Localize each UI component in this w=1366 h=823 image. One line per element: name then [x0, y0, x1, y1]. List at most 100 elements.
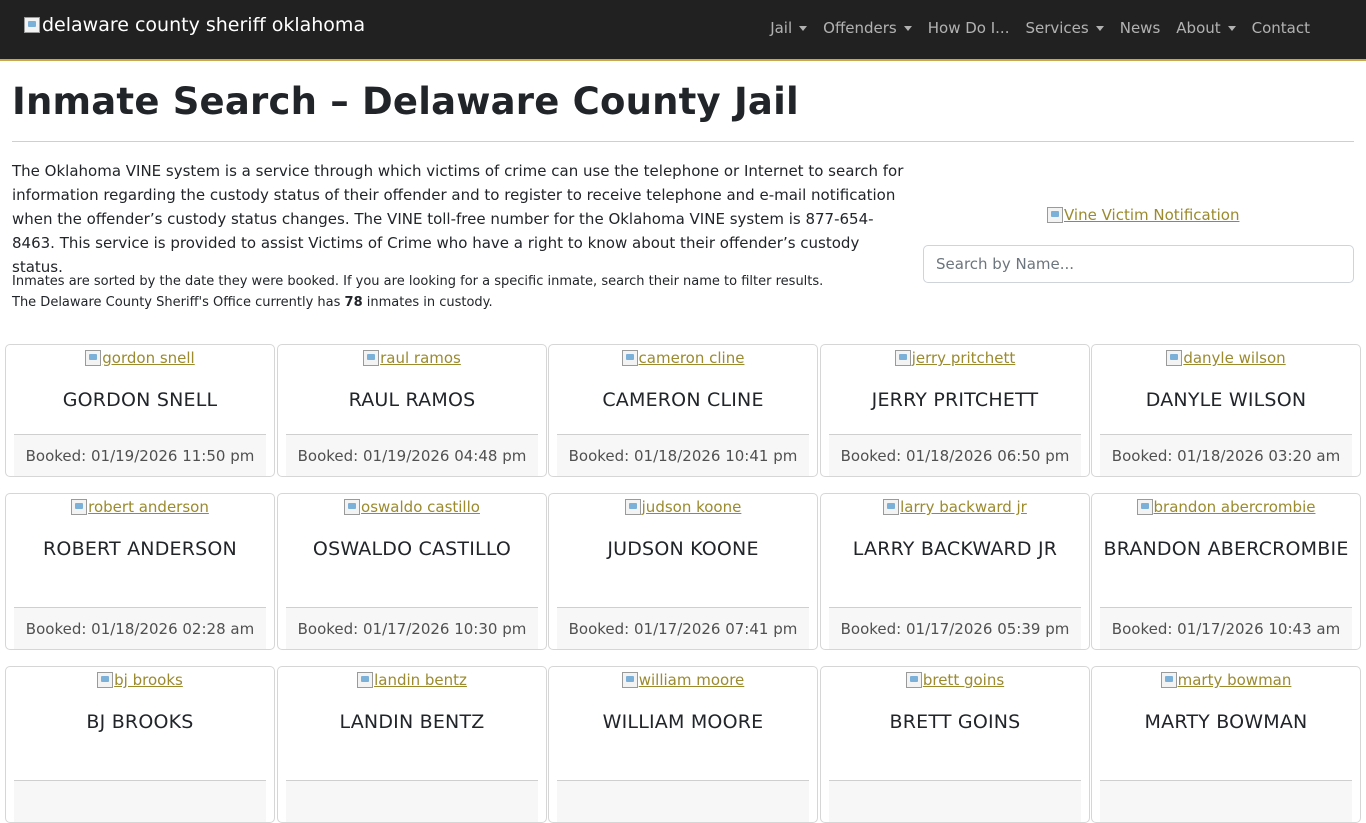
inmate-card[interactable]: brandon abercrombie BRANDON ABERCROMBIE Bo…	[1091, 493, 1361, 650]
nav-item-news[interactable]: News	[1112, 19, 1169, 37]
inmate-photo-link[interactable]: brandon abercrombie	[1092, 498, 1360, 516]
booked-date	[14, 780, 266, 822]
inmate-photo-alt-text: landin bentz	[374, 671, 467, 689]
nav-item-label: Services	[1025, 19, 1089, 37]
broken-image-icon	[905, 672, 922, 688]
booked-date: Booked: 01/17/2026 07:41 pm	[557, 607, 809, 649]
booked-date	[286, 780, 538, 822]
inmate-card[interactable]: brett goins BRETT GOINS	[820, 666, 1090, 823]
vine-image-alt-text: Vine Victim Notification	[1064, 206, 1240, 224]
inmate-photo-link[interactable]: judson koone	[549, 498, 817, 516]
page-title: Inmate Search – Delaware County Jail	[12, 80, 799, 123]
broken-image-icon	[357, 672, 374, 688]
inmate-photo-link[interactable]: larry backward jr	[821, 498, 1089, 516]
custody-count-prefix: The Delaware County Sheriff's Office cur…	[12, 295, 345, 310]
broken-image-icon	[85, 350, 102, 366]
inmate-photo-alt-text: larry backward jr	[900, 498, 1027, 516]
chevron-down-icon	[1095, 26, 1104, 31]
broken-image-icon	[624, 499, 641, 515]
inmate-photo-link[interactable]: marty bowman	[1092, 671, 1360, 689]
inmate-card[interactable]: jerry pritchett JERRY PRITCHETT Booked: 01…	[820, 344, 1090, 477]
inmate-photo-alt-text: william moore	[638, 671, 745, 689]
inmate-photo-link[interactable]: raul ramos	[278, 349, 546, 367]
inmate-card[interactable]: william moore WILLIAM MOORE	[548, 666, 818, 823]
inmate-name: CAMERON CLINE	[602, 389, 764, 411]
broken-image-icon	[97, 672, 114, 688]
nav-item-label: Offenders	[823, 19, 897, 37]
inmate-card[interactable]: raul ramos RAUL RAMOS Booked: 01/19/2026 0…	[277, 344, 547, 477]
inmate-card[interactable]: larry backward jr LARRY BACKWARD JR Booked…	[820, 493, 1090, 650]
nav-item-about[interactable]: About	[1168, 19, 1243, 37]
inmate-name: JUDSON KOONE	[607, 538, 759, 560]
booked-date: Booked: 01/18/2026 10:41 pm	[557, 434, 809, 476]
inmate-photo-link[interactable]: bj brooks	[6, 671, 274, 689]
inmate-photo-alt-text: bj brooks	[114, 671, 183, 689]
booked-date: Booked: 01/19/2026 11:50 pm	[14, 434, 266, 476]
inmate-card[interactable]: gordon snell GORDON SNELL Booked: 01/19/20…	[5, 344, 275, 477]
inmate-name: MARTY BOWMAN	[1144, 711, 1308, 733]
broken-image-icon	[1160, 672, 1177, 688]
inmate-photo-alt-text: gordon snell	[102, 349, 195, 367]
broken-image-icon	[1166, 350, 1183, 366]
search-by-name-input[interactable]	[923, 245, 1354, 283]
inmate-card[interactable]: landin bentz LANDIN BENTZ	[277, 666, 547, 823]
booked-date: Booked: 01/18/2026 03:20 am	[1100, 434, 1352, 476]
inmate-photo-alt-text: robert anderson	[88, 498, 209, 516]
broken-image-icon	[71, 499, 88, 515]
inmate-card[interactable]: judson koone JUDSON KOONE Booked: 01/17/20…	[548, 493, 818, 650]
booked-date: Booked: 01/17/2026 10:30 pm	[286, 607, 538, 649]
chevron-down-icon	[1227, 26, 1236, 31]
inmate-photo-link[interactable]: brett goins	[821, 671, 1089, 689]
inmate-photo-alt-text: oswaldo castillo	[361, 498, 480, 516]
inmate-name: GORDON SNELL	[62, 389, 218, 411]
inmate-photo-link[interactable]: william moore	[549, 671, 817, 689]
nav-item-how-do-i[interactable]: How Do I...	[920, 19, 1018, 37]
inmate-photo-alt-text: judson koone	[641, 498, 742, 516]
inmate-photo-alt-text: brett goins	[922, 671, 1005, 689]
inmate-photo-link[interactable]: cameron cline	[549, 349, 817, 367]
inmate-card[interactable]: danyle wilson DANYLE WILSON Booked: 01/18/…	[1091, 344, 1361, 477]
booked-date: Booked: 01/17/2026 05:39 pm	[829, 607, 1081, 649]
inmate-name: LANDIN BENTZ	[339, 711, 485, 733]
inmate-card[interactable]: oswaldo castillo OSWALDO CASTILLO Booked: …	[277, 493, 547, 650]
inmate-name: JERRY PRITCHETT	[871, 389, 1039, 411]
inmate-name: BRETT GOINS	[889, 711, 1021, 733]
nav-item-services[interactable]: Services	[1017, 19, 1111, 37]
nav-item-jail[interactable]: Jail	[762, 19, 815, 37]
nav-item-contact[interactable]: Contact	[1244, 19, 1318, 37]
inmate-card[interactable]: cameron cline CAMERON CLINE Booked: 01/18/…	[548, 344, 818, 477]
broken-image-icon	[24, 17, 40, 33]
inmate-name: LARRY BACKWARD JR	[852, 538, 1058, 560]
inmate-photo-link[interactable]: robert anderson	[6, 498, 274, 516]
brand-logo-alt-text: delaware county sheriff oklahoma	[42, 14, 366, 36]
nav-item-label: News	[1119, 19, 1161, 37]
broken-image-icon	[1136, 499, 1153, 515]
inmate-card[interactable]: marty bowman MARTY BOWMAN	[1091, 666, 1361, 823]
brand-logo-link[interactable]: delaware county sheriff oklahoma	[24, 14, 365, 36]
inmate-photo-alt-text: brandon abercrombie	[1153, 498, 1316, 516]
nav-item-label: Jail	[770, 19, 793, 37]
broken-image-icon	[883, 499, 900, 515]
nav-item-label: About	[1176, 19, 1221, 37]
broken-image-icon	[621, 672, 638, 688]
inmate-photo-alt-text: danyle wilson	[1183, 349, 1286, 367]
vine-intro-paragraph: The Oklahoma VINE system is a service th…	[12, 162, 904, 276]
booked-date	[557, 780, 809, 822]
inmate-photo-link[interactable]: danyle wilson	[1092, 349, 1360, 367]
inmate-card[interactable]: bj brooks BJ BROOKS	[5, 666, 275, 823]
inmate-photo-link[interactable]: gordon snell	[6, 349, 274, 367]
inmate-card[interactable]: robert anderson ROBERT ANDERSON Booked: 01…	[5, 493, 275, 650]
inmate-photo-alt-text: jerry pritchett	[911, 349, 1016, 367]
broken-image-icon	[621, 350, 638, 366]
top-navbar: delaware county sheriff oklahoma Jail Of…	[0, 0, 1366, 61]
inmate-name: ROBERT ANDERSON	[43, 538, 237, 560]
inmate-photo-link[interactable]: landin bentz	[278, 671, 546, 689]
nav-item-offenders[interactable]: Offenders	[815, 19, 920, 37]
inmate-photo-alt-text: raul ramos	[380, 349, 461, 367]
inmate-photo-link[interactable]: jerry pritchett	[821, 349, 1089, 367]
sort-note-line: Inmates are sorted by the date they were…	[12, 274, 824, 289]
main-nav: Jail Offenders How Do I... Services News…	[762, 19, 1318, 37]
vine-notification-link[interactable]: Vine Victim Notification	[1047, 206, 1239, 224]
inmate-photo-link[interactable]: oswaldo castillo	[278, 498, 546, 516]
chevron-down-icon	[903, 26, 912, 31]
